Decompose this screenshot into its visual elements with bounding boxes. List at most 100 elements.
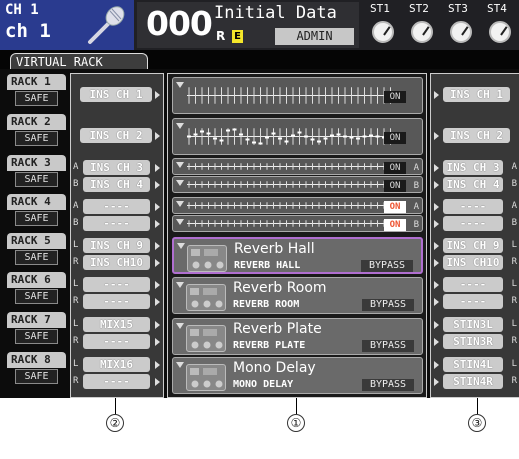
input-patch-button[interactable]: MIX15 bbox=[83, 317, 150, 332]
geq-on-button[interactable]: ON bbox=[384, 218, 406, 231]
output-patch-button[interactable]: INS CH 3 bbox=[443, 160, 503, 175]
stereo-knob-icon[interactable] bbox=[372, 21, 394, 43]
input-patch-button[interactable]: ---- bbox=[83, 334, 150, 349]
output-patch-button[interactable]: STIN4L bbox=[443, 357, 503, 372]
input-patch-button[interactable]: ---- bbox=[83, 199, 150, 214]
module-menu-icon[interactable] bbox=[176, 323, 184, 329]
input-patch-column: INS CH 1 INS CH 2 A INS CH 3 B INS CH 4 A ---- B… bbox=[70, 73, 164, 398]
geq-on-button[interactable]: ON bbox=[384, 131, 406, 144]
stereo-knob-icon[interactable] bbox=[411, 21, 433, 43]
output-patch-button[interactable]: ---- bbox=[443, 294, 503, 309]
effect-rack-module[interactable]: Reverb Hall REVERB HALL BYPASS bbox=[172, 237, 423, 274]
rack-list: RACK 1 SAFE RACK 2 SAFE RACK 3 SAFE RACK 4 SAFE… bbox=[7, 74, 66, 394]
input-patch-button[interactable]: ---- bbox=[83, 374, 150, 389]
patch-arrow-icon bbox=[434, 220, 439, 228]
geq-rack-module[interactable]: ON bbox=[172, 77, 423, 114]
output-patch-button[interactable]: ---- bbox=[443, 216, 503, 231]
rack-button[interactable]: RACK 3 bbox=[7, 155, 66, 171]
selected-channel-display[interactable]: CH 1 ch 1 bbox=[0, 0, 134, 50]
patch-arrow-icon bbox=[155, 164, 160, 172]
output-patch-button[interactable]: STIN3L bbox=[443, 317, 503, 332]
patch-arrow-icon bbox=[434, 259, 439, 267]
module-menu-icon[interactable] bbox=[176, 162, 184, 168]
module-menu-icon[interactable] bbox=[176, 201, 184, 207]
rack-safe-button[interactable]: SAFE bbox=[15, 172, 58, 187]
output-patch-button[interactable]: ---- bbox=[443, 199, 503, 214]
scene-display[interactable]: 000 Initial Data R E ADMIN bbox=[137, 2, 359, 48]
input-patch-button[interactable]: INS CH 9 bbox=[83, 238, 150, 253]
input-patch-button[interactable]: INS CH 4 bbox=[83, 177, 150, 192]
effect-rack-module[interactable]: Mono Delay MONO DELAY BYPASS bbox=[172, 357, 423, 394]
stereo-input-label: ST1 bbox=[370, 2, 390, 15]
rack-safe-button[interactable]: SAFE bbox=[15, 211, 58, 226]
module-menu-icon[interactable] bbox=[176, 282, 184, 288]
module-menu-icon[interactable] bbox=[176, 82, 184, 88]
geq-rack-module[interactable]: ON A bbox=[172, 197, 423, 214]
geq-rack-module[interactable]: ON A bbox=[172, 158, 423, 175]
rack-item: RACK 5 SAFE bbox=[7, 233, 66, 270]
geq-on-button[interactable]: ON bbox=[384, 161, 406, 174]
rack-safe-button[interactable]: SAFE bbox=[15, 289, 58, 304]
channel-name: ch 1 bbox=[5, 20, 51, 42]
bypass-button[interactable]: BYPASS bbox=[362, 299, 414, 311]
stereo-knob-icon[interactable] bbox=[489, 21, 511, 43]
output-patch-button[interactable]: INS CH 1 bbox=[443, 87, 510, 102]
patch-arrow-icon bbox=[155, 91, 160, 99]
input-patch-button[interactable]: ---- bbox=[83, 294, 150, 309]
rack-button[interactable]: RACK 6 bbox=[7, 272, 66, 288]
output-patch-button[interactable]: INS CH10 bbox=[443, 255, 503, 270]
stereo-input-label: ST3 bbox=[448, 2, 468, 15]
output-patch-button[interactable]: ---- bbox=[443, 277, 503, 292]
geq-rack-module[interactable]: ON B bbox=[172, 176, 423, 193]
patch-arrow-icon bbox=[155, 378, 160, 386]
bypass-button[interactable]: BYPASS bbox=[362, 340, 414, 352]
rack-button[interactable]: RACK 1 bbox=[7, 74, 66, 90]
rack-safe-button[interactable]: SAFE bbox=[15, 250, 58, 265]
module-menu-icon[interactable] bbox=[176, 362, 184, 368]
rack-button[interactable]: RACK 5 bbox=[7, 233, 66, 249]
output-patch-button[interactable]: STIN3R bbox=[443, 334, 503, 349]
input-patch-button[interactable]: INS CH 3 bbox=[83, 160, 150, 175]
input-patch-button[interactable]: INS CH 1 bbox=[80, 87, 152, 102]
module-menu-icon[interactable] bbox=[176, 180, 184, 186]
effect-rack-module[interactable]: Reverb Room REVERB ROOM BYPASS bbox=[172, 277, 423, 314]
output-patch-button[interactable]: INS CH 2 bbox=[443, 128, 510, 143]
input-patch-button[interactable]: ---- bbox=[83, 216, 150, 231]
input-patch-button[interactable]: MIX16 bbox=[83, 357, 150, 372]
patch-side-label: B bbox=[73, 218, 79, 228]
geq-rack-module[interactable]: ON bbox=[172, 118, 423, 155]
geq-on-button[interactable]: ON bbox=[384, 90, 406, 103]
output-patch-button[interactable]: INS CH 4 bbox=[443, 177, 503, 192]
module-menu-icon[interactable] bbox=[176, 123, 184, 129]
user-button[interactable]: ADMIN bbox=[275, 28, 354, 45]
rack-safe-button[interactable]: SAFE bbox=[15, 91, 58, 106]
patch-arrow-icon bbox=[155, 298, 160, 306]
geq-fader-icon bbox=[187, 163, 392, 170]
rack-safe-button[interactable]: SAFE bbox=[15, 131, 58, 146]
input-patch-button[interactable]: ---- bbox=[83, 277, 150, 292]
effect-type: MONO DELAY bbox=[233, 379, 294, 390]
rack-safe-button[interactable]: SAFE bbox=[15, 369, 58, 384]
stereo-knob-icon[interactable] bbox=[450, 21, 472, 43]
tab-virtual-rack[interactable]: VIRTUAL RACK bbox=[10, 53, 148, 70]
geq-rack-module[interactable]: ON B bbox=[172, 215, 423, 232]
rack-button[interactable]: RACK 2 bbox=[7, 114, 66, 130]
effect-rack-module[interactable]: Reverb Plate REVERB PLATE BYPASS bbox=[172, 318, 423, 355]
rack-safe-button[interactable]: SAFE bbox=[15, 329, 58, 344]
rack-button[interactable]: RACK 7 bbox=[7, 312, 66, 328]
read-only-indicator: R bbox=[216, 29, 226, 43]
rack-button[interactable]: RACK 8 bbox=[7, 352, 66, 368]
geq-on-button[interactable]: ON bbox=[384, 179, 406, 192]
bypass-button[interactable]: BYPASS bbox=[361, 260, 413, 272]
output-patch-button[interactable]: INS CH 9 bbox=[443, 238, 503, 253]
bypass-button[interactable]: BYPASS bbox=[362, 379, 414, 391]
geq-on-button[interactable]: ON bbox=[384, 200, 406, 213]
stereo-input-label: ST2 bbox=[409, 2, 429, 15]
input-patch-button[interactable]: INS CH 2 bbox=[80, 128, 152, 143]
output-patch-button[interactable]: STIN4R bbox=[443, 374, 503, 389]
module-menu-icon[interactable] bbox=[177, 243, 185, 249]
patch-side-label: L bbox=[511, 240, 517, 250]
input-patch-button[interactable]: INS CH10 bbox=[83, 255, 150, 270]
module-menu-icon[interactable] bbox=[176, 219, 184, 225]
rack-button[interactable]: RACK 4 bbox=[7, 194, 66, 210]
